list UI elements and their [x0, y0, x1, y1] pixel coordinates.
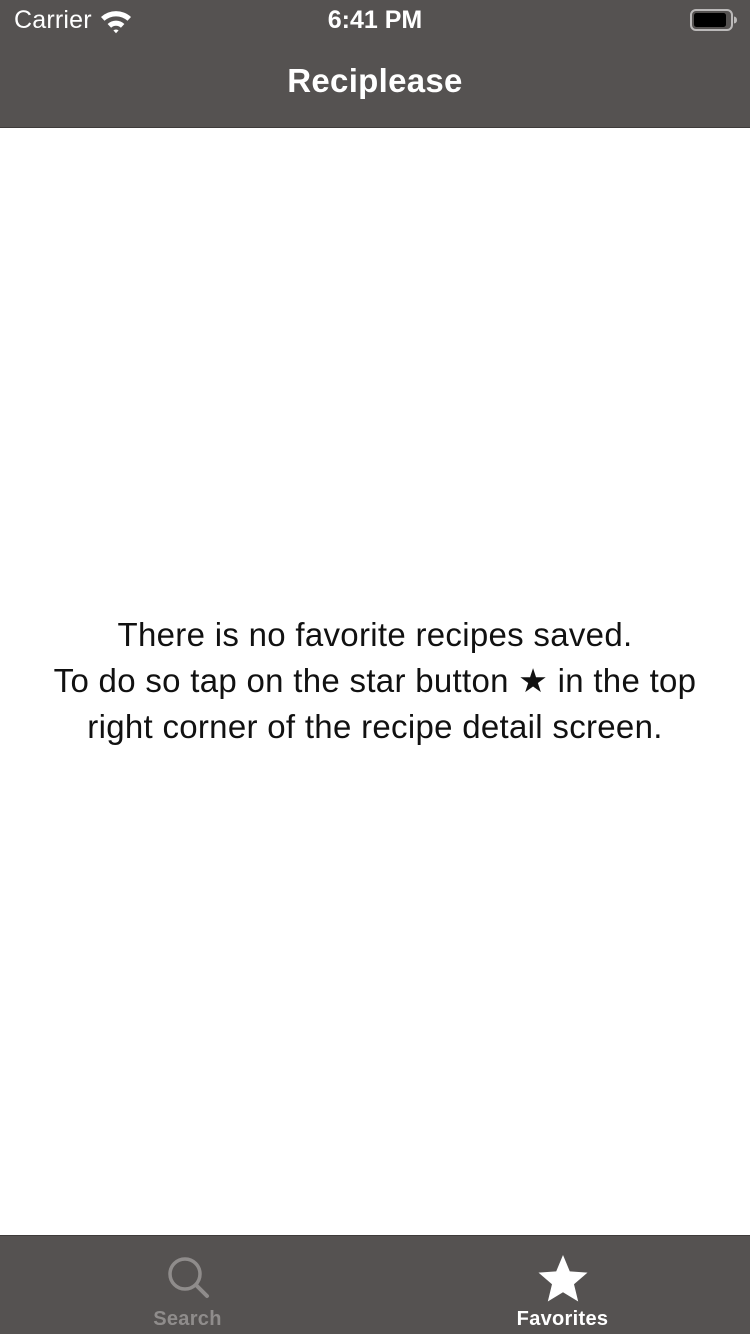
empty-state-message: There is no favorite recipes saved. To d…	[20, 612, 730, 750]
tab-favorites[interactable]: Favorites	[375, 1236, 750, 1334]
tab-label: Search	[153, 1308, 222, 1330]
status-bar: Carrier 6:41 PM	[0, 0, 750, 40]
navigation-header: Carrier 6:41 PM Reciplease	[0, 0, 750, 128]
status-time: 6:41 PM	[327, 6, 423, 34]
empty-state-line: There is no favorite recipes saved.	[117, 616, 633, 653]
tab-search[interactable]: Search	[0, 1236, 375, 1334]
tab-bar: Search Favorites	[0, 1235, 750, 1334]
empty-state-line: right corner of the recipe detail screen…	[87, 708, 663, 745]
search-icon	[162, 1254, 214, 1304]
favorites-screen: Carrier 6:41 PM Reciplease There is no f…	[0, 0, 750, 1334]
empty-state-line: To do so tap on the star button ★ in the…	[53, 662, 697, 699]
star-icon	[537, 1254, 589, 1304]
battery-icon	[690, 9, 738, 31]
tab-label: Favorites	[516, 1308, 609, 1330]
page-title: Reciplease	[287, 62, 463, 99]
